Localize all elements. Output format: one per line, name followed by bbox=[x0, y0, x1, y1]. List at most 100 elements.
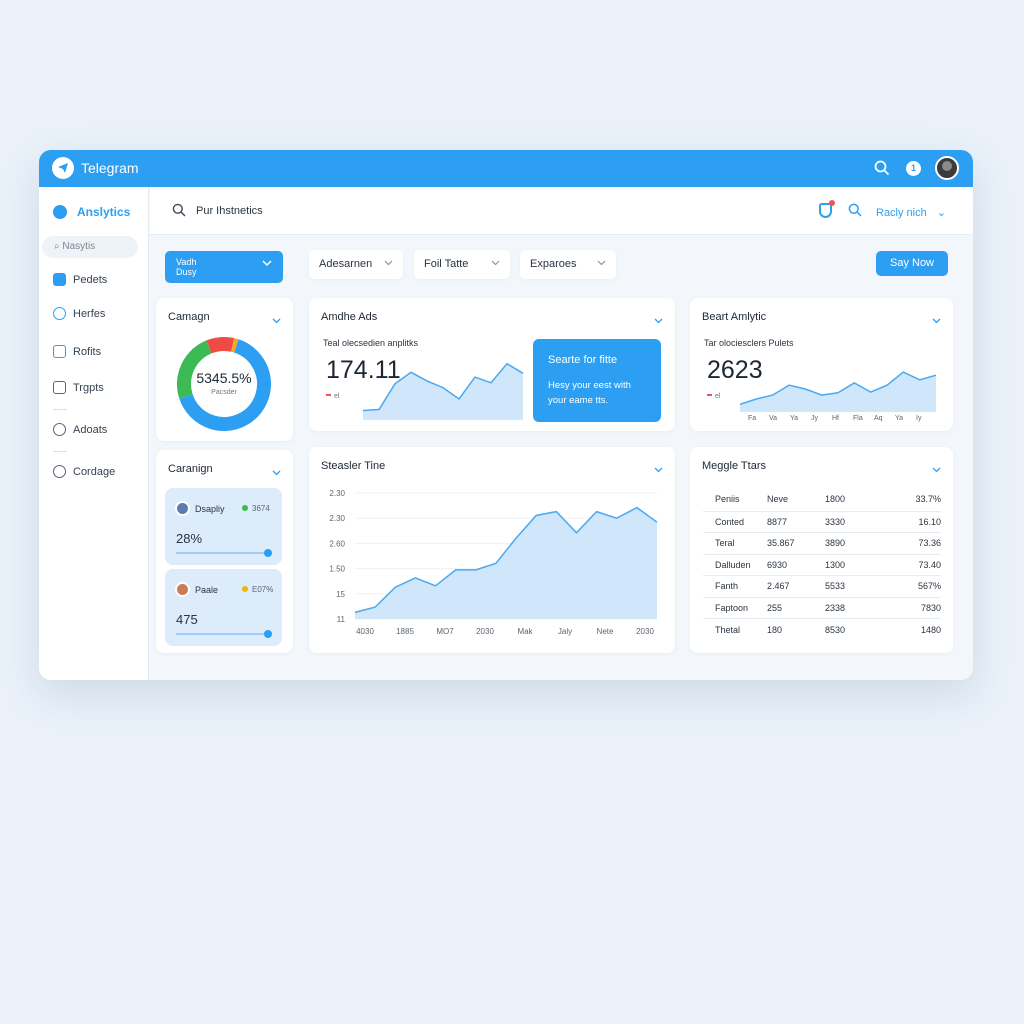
x-tick-label: 2030 bbox=[636, 627, 654, 636]
status-dot bbox=[242, 505, 248, 511]
sidebar-item-herfes[interactable]: Herfes bbox=[53, 307, 105, 320]
y-tick-label: 2.30 bbox=[329, 514, 345, 523]
card-title: Meggle Ttars bbox=[702, 460, 766, 472]
ads-card: Amdhe Ads Teal olecsedien anplitks 174.1… bbox=[309, 298, 675, 431]
sidebar-app-label[interactable]: Anslytics bbox=[53, 205, 130, 219]
promo-title: Searte for fitte bbox=[548, 354, 618, 366]
card-title: Steasler Tine bbox=[321, 460, 386, 472]
campaign-list-card: Caranign Dsapliy 3674 28% Paale E07% 475 bbox=[156, 450, 293, 653]
avatar bbox=[175, 501, 190, 516]
filter-label: Adesarnen bbox=[319, 258, 373, 270]
y-tick-label: 1.50 bbox=[329, 565, 345, 574]
telegram-logo-icon bbox=[52, 157, 74, 179]
chevron-down-icon[interactable] bbox=[272, 311, 281, 329]
sidebar-item-label: Herfes bbox=[73, 308, 106, 320]
promo-body-line2: your eame tts. bbox=[548, 395, 609, 406]
table-cell: 180 bbox=[767, 624, 783, 635]
sidebar-item-rofits[interactable]: Rofits bbox=[53, 345, 101, 358]
table-cell: Thetal bbox=[715, 624, 741, 635]
table-cell: 35.867 bbox=[767, 532, 825, 555]
sidebar-item-label: Trgpts bbox=[73, 382, 104, 394]
x-tick-label: Ya bbox=[790, 415, 799, 422]
table-header-cell: 1800 bbox=[825, 487, 895, 512]
campaign-item[interactable]: Dsapliy 3674 28% bbox=[165, 488, 282, 565]
table-cell: 8877 bbox=[767, 511, 825, 533]
table-cell: 2.467 bbox=[767, 575, 825, 598]
x-tick-label: Va bbox=[769, 415, 778, 422]
globe-icon bbox=[53, 465, 66, 478]
table-cell: 5533 bbox=[825, 575, 895, 598]
ads-subtitle: Teal olecsedien anplitks bbox=[323, 338, 419, 348]
table-row[interactable]: Fanth 2.467 5533 567% bbox=[703, 575, 941, 598]
chevron-down-icon[interactable] bbox=[932, 460, 941, 478]
time-chart-card: Steasler Tine 11 15 1.50 2.60 2.30 2.30 4030 18… bbox=[309, 447, 675, 653]
sidebar-item-trgpts[interactable]: Trgpts bbox=[53, 381, 104, 394]
search-input[interactable]: Pur Ihstnetics bbox=[196, 205, 263, 217]
notification-badge[interactable]: 1 bbox=[906, 161, 921, 176]
x-tick-label: Nete bbox=[597, 627, 614, 636]
slider-thumb[interactable] bbox=[264, 549, 272, 557]
table-cell: Faptoon bbox=[703, 597, 767, 619]
filter-select-1[interactable]: Adesarnen bbox=[309, 250, 403, 279]
sidebar-item-pedets[interactable]: Pedets bbox=[53, 273, 107, 286]
table-cell: 3330 bbox=[825, 511, 895, 533]
campaign-item-value: 28% bbox=[176, 531, 203, 546]
table-row[interactable]: Conted 8877 3330 16.10 bbox=[703, 511, 941, 533]
chevron-down-icon[interactable] bbox=[932, 311, 941, 329]
table-cell: 255 bbox=[767, 597, 825, 619]
x-tick-label: Fla bbox=[853, 415, 863, 422]
campaign-item[interactable]: Paale E07% 475 bbox=[165, 569, 282, 646]
document-icon bbox=[53, 273, 66, 286]
table-cell: 6930 bbox=[767, 554, 825, 576]
campaign-slider[interactable] bbox=[176, 630, 272, 638]
sidebar-item-label: Adoats bbox=[73, 424, 108, 436]
avatar bbox=[175, 582, 190, 597]
status-dot bbox=[242, 586, 248, 592]
promo-banner[interactable]: Searte for fitte Hesy your eest with you… bbox=[533, 339, 661, 422]
beart-sparkline-chart bbox=[740, 371, 936, 412]
account-dropdown[interactable]: Racly nich ⌄ bbox=[876, 206, 946, 219]
x-tick-label: Jy bbox=[811, 415, 818, 422]
sidebar-item-cordage[interactable]: Cordage bbox=[53, 465, 115, 478]
user-avatar[interactable] bbox=[935, 156, 959, 180]
chevron-down-icon[interactable] bbox=[654, 311, 663, 329]
table-card: Meggle Ttars Peniis Neve 1800 33.7% Cont… bbox=[690, 447, 953, 653]
promo-body-line1: Hesy your eest with bbox=[548, 380, 631, 391]
table-cell: 8530 bbox=[825, 624, 846, 635]
table-cell: 16.10 bbox=[895, 511, 941, 533]
search-icon[interactable] bbox=[172, 203, 186, 222]
donut-chart: 5345.5% Pacsder bbox=[174, 334, 274, 434]
shield-icon[interactable] bbox=[819, 200, 835, 218]
sidebar-search-input[interactable]: ⌕ Nasytis bbox=[42, 236, 138, 258]
chevron-down-icon: ⌄ bbox=[936, 207, 946, 219]
x-tick-label: Hf bbox=[832, 415, 839, 422]
app-window: Telegram 1 Anslytics ⌕ Nasytis Pedets He… bbox=[39, 150, 973, 680]
table-row[interactable]: Faptoon 255 2338 7830 bbox=[703, 597, 941, 619]
chevron-down-icon[interactable] bbox=[654, 460, 663, 478]
filter-select-2[interactable]: Foil Tatte bbox=[414, 250, 510, 279]
table-row[interactable]: Thetal 180 8530 1480 bbox=[703, 619, 941, 641]
primary-filter-select[interactable]: Vadh Dusy bbox=[165, 251, 283, 283]
sidebar-item-adoats[interactable]: Adoats bbox=[53, 423, 107, 436]
table-row[interactable]: Teral 35.867 3890 73.36 bbox=[703, 532, 941, 555]
x-tick-label: Iy bbox=[916, 415, 922, 422]
sidebar-divider bbox=[53, 451, 67, 452]
search-icon[interactable] bbox=[874, 160, 890, 181]
table-cell: 567% bbox=[895, 575, 941, 598]
search-icon[interactable] bbox=[848, 203, 862, 222]
table-cell: Dalluden bbox=[703, 554, 767, 576]
card-title: Beart Amlytic bbox=[702, 311, 767, 323]
slider-thumb[interactable] bbox=[264, 630, 272, 638]
target-icon bbox=[53, 307, 66, 320]
filter-select-3[interactable]: Exparoes bbox=[520, 250, 616, 279]
chevron-down-icon[interactable] bbox=[272, 463, 281, 481]
table-cell: 2338 bbox=[825, 597, 895, 619]
sidebar-search-text: Nasytis bbox=[62, 241, 96, 252]
say-now-button[interactable]: Say Now bbox=[876, 251, 948, 276]
sidebar-app-text: Anslytics bbox=[77, 205, 131, 219]
campaign-slider[interactable] bbox=[176, 549, 272, 557]
table-row[interactable]: Dalluden 6930 1300 73.40 bbox=[703, 554, 941, 576]
card-title: Amdhe Ads bbox=[321, 311, 378, 323]
table-cell: 1300 bbox=[825, 554, 895, 576]
x-tick-label: 1885 bbox=[396, 627, 414, 636]
